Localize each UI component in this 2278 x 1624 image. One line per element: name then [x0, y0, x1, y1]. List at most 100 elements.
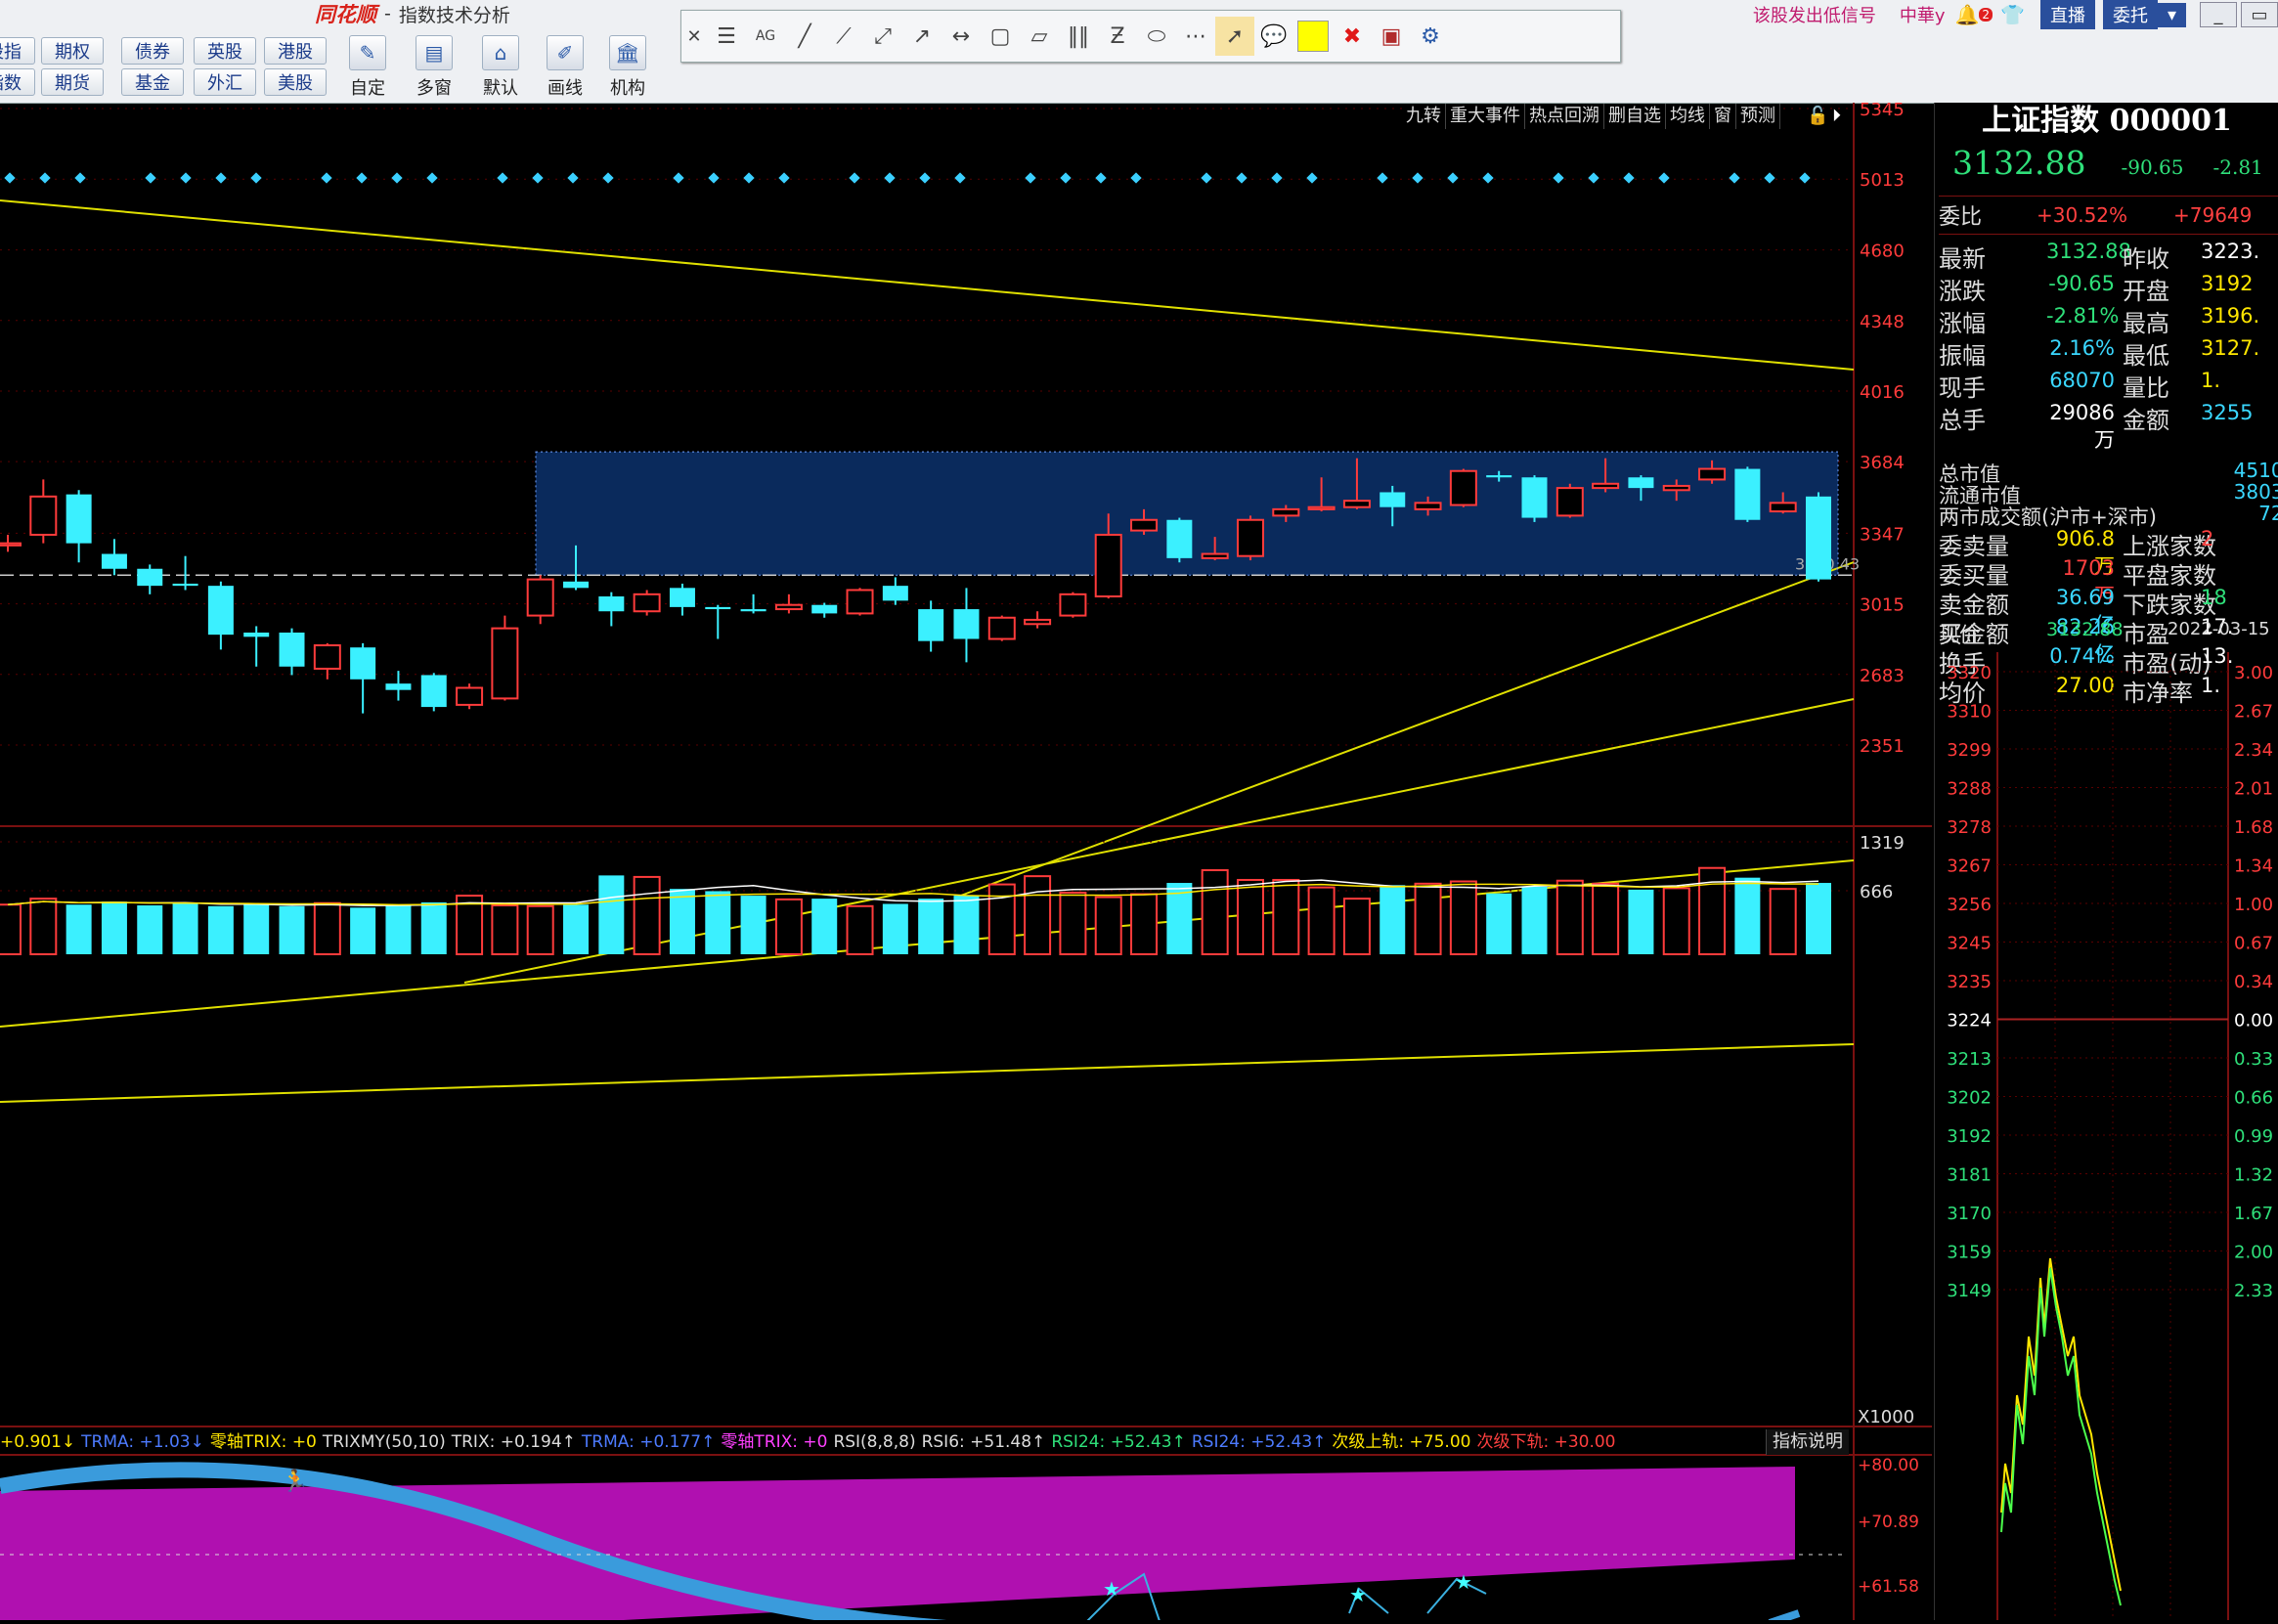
rectangle-icon[interactable]: ▢	[981, 17, 1020, 56]
order-dropdown-icon[interactable]: ▾	[2157, 2, 2186, 27]
segment-icon[interactable]: ╱	[785, 17, 824, 56]
intraday-price-tick: 3278	[1947, 817, 1992, 838]
top-right-area: 该股发出低信号 中華y 🔔 2 👕 直播 委托 ▾ _ ▭	[1753, 0, 2278, 29]
intraday-price-tick: 3310	[1947, 702, 1992, 723]
volume-bar	[774, 898, 803, 956]
market-button-9[interactable]: 美股	[264, 68, 327, 96]
chart-tab-4[interactable]: 均线	[1666, 104, 1710, 129]
chart-tab-5[interactable]: 窗	[1710, 104, 1736, 129]
candle-body	[456, 686, 484, 706]
market-button-6[interactable]: 期货	[41, 68, 104, 96]
pointer-icon[interactable]: ➚	[1215, 17, 1254, 56]
market-button-8[interactable]: 外汇	[194, 68, 256, 96]
market-button-5[interactable]: 指数	[0, 68, 35, 96]
shirt-icon[interactable]: 👕	[2000, 3, 2025, 26]
volume-bar	[669, 889, 695, 954]
volume-bar	[1201, 869, 1229, 956]
chart-tab-1[interactable]: 重大事件	[1446, 104, 1525, 129]
signal-diamond	[673, 172, 684, 184]
quote-l2: 量比	[2123, 374, 2169, 402]
chart-tab-0[interactable]: 九转	[1402, 104, 1446, 129]
expand-panel-icon[interactable]: ⏵	[1832, 104, 1854, 129]
tool-institution[interactable]: 🏛 机构	[598, 35, 657, 104]
more-icon[interactable]: ⋯	[1176, 17, 1215, 56]
market-button-2[interactable]: 债券	[121, 37, 184, 65]
cap-value: 380339	[2233, 480, 2278, 504]
quote-l2: 开盘	[2123, 278, 2169, 305]
signal-diamond	[1377, 172, 1388, 184]
stamp-icon[interactable]: ▣	[1372, 17, 1411, 56]
delete-icon[interactable]: ✖	[1333, 17, 1372, 56]
trendline	[957, 561, 1855, 898]
close-icon[interactable]: ✕	[681, 17, 707, 56]
volume-bar	[1059, 891, 1087, 955]
quote-v2: 3196.	[2201, 304, 2260, 328]
intraday-pct-tick: 0.00	[2234, 1011, 2273, 1031]
fibonacci-icon[interactable]: Ƶ	[1098, 17, 1137, 56]
order-button[interactable]: 委托	[2102, 0, 2158, 29]
ray-icon[interactable]: ⟋	[824, 17, 863, 56]
volume-bar	[101, 901, 127, 954]
market-button-4[interactable]: 港股	[264, 37, 327, 65]
bell-icon[interactable]: 🔔	[1955, 3, 1980, 26]
quote-v2: 3255	[2201, 401, 2254, 424]
intraday-chart[interactable]: 3320 3.00 3310 2.67 3299 2.34 3288 2.01 3278 1.68…	[1935, 652, 2278, 1620]
market-button-3[interactable]: 英股	[194, 37, 256, 65]
signal-diamond	[391, 172, 403, 184]
quote-l1: 总手	[1939, 407, 1986, 434]
quote-l1: 涨跌	[1939, 278, 1986, 305]
signal-diamond	[1553, 172, 1564, 184]
intraday-pct-tick: 0.66	[2234, 1088, 2273, 1109]
arrow-line-icon[interactable]: ↗	[902, 17, 942, 56]
quote-v1: 3132.88	[2046, 240, 2131, 263]
signal-diamond	[849, 172, 860, 184]
candle-body	[1449, 469, 1477, 506]
chart-tab-6[interactable]: 预测	[1736, 104, 1780, 129]
ruler-icon[interactable]: AG	[746, 17, 785, 56]
minimize-button[interactable]: _	[2200, 2, 2237, 27]
kline-chart-area: 5345 5013 4680 4348 4016 3684 3347 3015 2683 2351…	[0, 100, 1932, 1624]
legend-item: 次级下轨: +30.00	[1476, 1432, 1616, 1452]
chart-tab-2[interactable]: 热点回溯	[1525, 104, 1604, 129]
extended-line-icon[interactable]: ⤢	[863, 17, 902, 56]
settings-icon[interactable]: ⚙	[1411, 17, 1450, 56]
lock-icon[interactable]: 🔓	[1807, 104, 1828, 129]
sliders-icon[interactable]: ☰	[707, 17, 746, 56]
cycle-lines-icon[interactable]: ‖‖	[1059, 17, 1098, 56]
indicator-tick-label: +80.00	[1858, 1456, 1919, 1475]
price-tick-label: 3684	[1860, 453, 1905, 473]
tool-custom[interactable]: ✎ 自定	[338, 35, 397, 104]
candle-body	[953, 609, 980, 639]
ellipse-icon[interactable]: ⬭	[1137, 17, 1176, 56]
horizontal-line-icon[interactable]: ↔	[942, 17, 981, 56]
restore-button[interactable]: ▭	[2241, 2, 2278, 27]
tool-multi-window[interactable]: ▤ 多窗	[405, 35, 463, 104]
pen-icon: ✐	[547, 35, 584, 70]
market-button-0[interactable]: 股指	[0, 37, 35, 65]
signal-diamond	[884, 172, 896, 184]
comment-icon[interactable]: 💬	[1254, 17, 1293, 56]
tool-home[interactable]: ⌂ 默认	[471, 35, 530, 104]
signal-diamond	[532, 172, 544, 184]
intraday-pct-tick: 0.33	[2234, 1049, 2273, 1070]
notification-badge: 2	[1979, 8, 1993, 22]
volume-bar	[633, 875, 661, 956]
volume-bar	[1806, 883, 1831, 954]
live-button[interactable]: 直播	[2039, 0, 2095, 29]
kline-chart[interactable]: 5345 5013 4680 4348 4016 3684 3347 3015 2683 2351…	[0, 100, 1932, 1624]
parallelogram-icon[interactable]: ▱	[1020, 17, 1059, 56]
signal-diamond	[1412, 172, 1424, 184]
market-button-1[interactable]: 期权	[41, 37, 104, 65]
chart-tab-3[interactable]: 删自选	[1604, 104, 1666, 129]
candle-body	[1380, 492, 1406, 507]
market-button-7[interactable]: 基金	[121, 68, 184, 96]
quote-v2: 3127.	[2201, 336, 2260, 360]
tool-pen[interactable]: ✐ 画线	[536, 35, 594, 104]
legend-item: 次级上轨: +75.00	[1332, 1432, 1471, 1452]
indicator-help-button[interactable]: 指标说明	[1766, 1429, 1849, 1455]
volume-bar	[420, 901, 447, 954]
user-name[interactable]: 中華y	[1900, 2, 1946, 27]
volume-bar	[1698, 866, 1727, 956]
color-swatch-icon[interactable]	[1293, 17, 1333, 56]
low-signal-link[interactable]: 该股发出低信号	[1753, 2, 1876, 27]
